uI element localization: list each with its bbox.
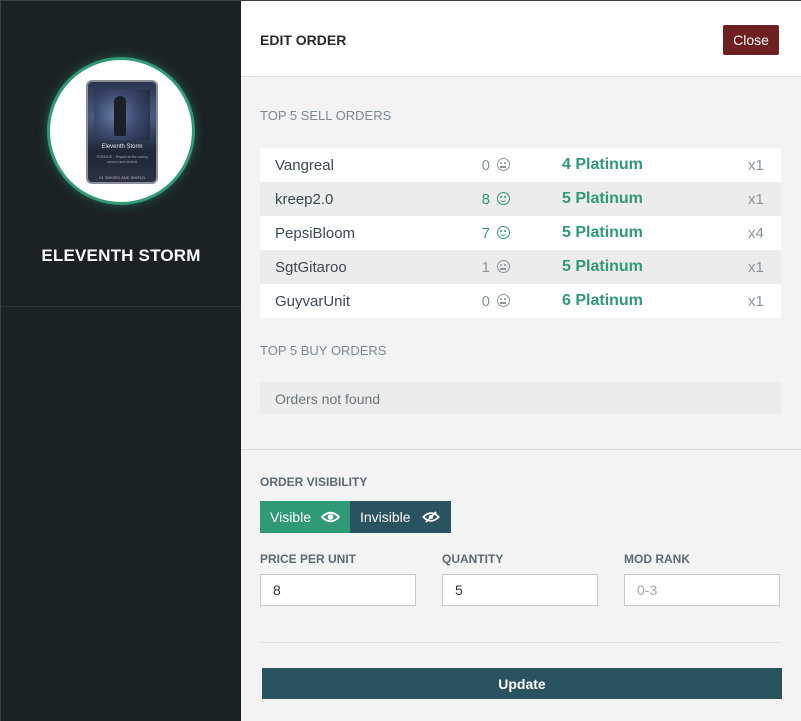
order-username[interactable]: PepsiBloom (275, 225, 355, 242)
order-price: 5 Platinum (562, 258, 643, 275)
visible-button[interactable]: Visible (260, 501, 350, 533)
order-reputation: 0 (481, 293, 490, 310)
sell-order-row: GuyvarUnit 0 6 Platinum x1 (260, 284, 781, 318)
edit-order-window: Eleventh Storm STANCE - Rapid strike usi… (0, 0, 801, 721)
section-divider (241, 449, 801, 450)
close-button[interactable]: Close (723, 25, 779, 55)
order-reputation: 8 (481, 191, 490, 208)
sidebar-divider (1, 306, 241, 307)
price-input[interactable] (260, 574, 416, 606)
neutral-face-icon (497, 260, 510, 273)
item-title: ELEVENTH STORM (41, 246, 201, 265)
empty-orders-text: Orders not found (275, 391, 381, 407)
order-panel: EDIT ORDER Close TOP 5 SELL ORDERS Vangr… (241, 1, 801, 721)
order-username[interactable]: SgtGitaroo (275, 259, 347, 276)
quantity-input[interactable] (442, 574, 598, 606)
visibility-toggle: Visible Invisible (260, 501, 451, 533)
mod-rank-label: MOD RANK (624, 552, 690, 566)
form-divider (260, 642, 781, 643)
panel-header: EDIT ORDER Close (241, 1, 801, 77)
sell-orders-list: Vangreal 0 4 Platinum x1 kreep2.0 8 5 Pl… (260, 148, 781, 318)
invisible-button[interactable]: Invisible (350, 501, 451, 533)
item-image-circle: Eleventh Storm STANCE - Rapid strike usi… (47, 57, 195, 205)
mod-card-name: Eleventh Storm (101, 144, 143, 150)
order-username[interactable]: Vangreal (275, 157, 334, 174)
invisible-button-label: Invisible (360, 509, 411, 525)
order-reputation: 0 (481, 157, 490, 174)
mod-card-image: Eleventh Storm STANCE - Rapid strike usi… (86, 80, 158, 184)
sell-order-row: Vangreal 0 4 Platinum x1 (260, 148, 781, 182)
eye-slash-icon (421, 511, 440, 523)
order-reputation: 7 (481, 225, 490, 242)
visible-button-label: Visible (270, 509, 311, 525)
mod-card-figure (114, 96, 126, 136)
order-price: 4 Platinum (562, 156, 643, 173)
price-label: PRICE PER UNIT (260, 552, 357, 566)
order-quantity: x1 (748, 293, 764, 310)
item-sidebar: Eleventh Storm STANCE - Rapid strike usi… (1, 1, 241, 721)
panel-title: EDIT ORDER (260, 32, 347, 48)
order-price: 5 Platinum (562, 190, 643, 207)
quantity-label: QUANTITY (442, 552, 504, 566)
order-quantity: x1 (748, 191, 764, 208)
update-button[interactable]: Update (262, 668, 782, 699)
sell-order-row: SgtGitaroo 1 5 Platinum x1 (260, 250, 781, 284)
buy-orders-empty: Orders not found (260, 382, 781, 414)
sell-order-row: kreep2.0 8 5 Platinum x1 (260, 182, 781, 216)
order-username[interactable]: GuyvarUnit (275, 293, 350, 310)
sell-orders-title: TOP 5 SELL ORDERS (260, 108, 392, 123)
neutral-face-icon (497, 158, 510, 171)
order-quantity: x1 (748, 259, 764, 276)
mod-card-footer: V1 SWORD AND SHIELD (98, 175, 146, 180)
smiley-face-icon (497, 226, 510, 239)
sell-order-row: PepsiBloom 7 5 Platinum x4 (260, 216, 781, 250)
visibility-label: ORDER VISIBILITY (260, 475, 368, 489)
order-price: 5 Platinum (562, 224, 643, 241)
order-username[interactable]: kreep2.0 (275, 191, 333, 208)
mod-rank-input[interactable] (624, 574, 780, 606)
buy-orders-title: TOP 5 BUY ORDERS (260, 343, 387, 358)
neutral-face-icon (497, 294, 510, 307)
order-price: 6 Platinum (562, 292, 643, 309)
order-quantity: x4 (748, 225, 764, 242)
mod-card-description: STANCE - Rapid strike using sword and sh… (96, 154, 148, 164)
smiley-face-icon (497, 192, 510, 205)
order-quantity: x1 (748, 157, 764, 174)
order-reputation: 1 (481, 259, 490, 276)
eye-icon (321, 511, 340, 523)
